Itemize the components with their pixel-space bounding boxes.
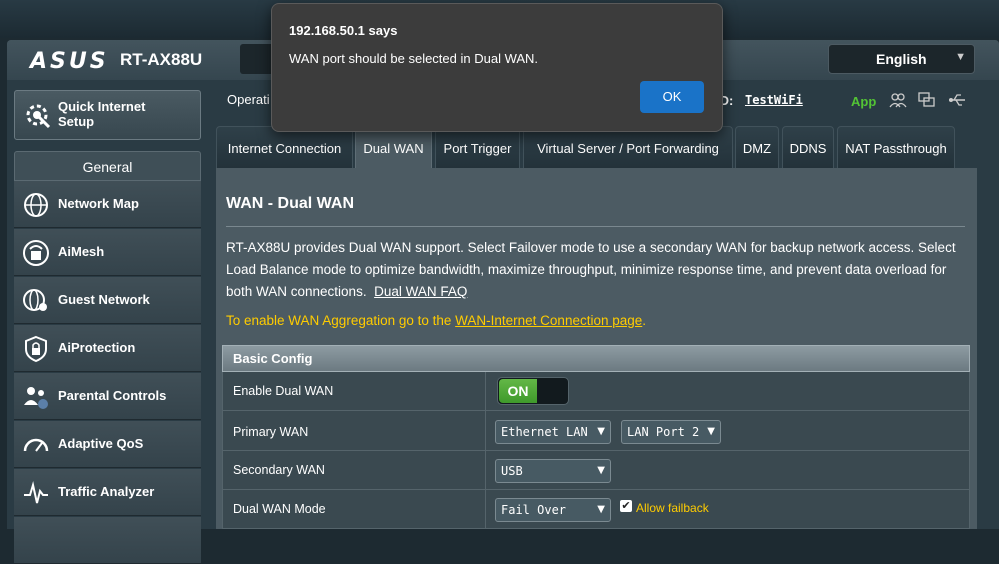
column-divider <box>485 372 486 410</box>
network-map-icon <box>24 193 48 217</box>
sidebar-item-label: Parental Controls <box>58 388 167 403</box>
secondary-wan-value: USB <box>501 464 523 478</box>
dialog-title: 192.168.50.1 says <box>289 23 398 38</box>
asus-logo: ASUS <box>30 49 109 74</box>
general-section-header: General <box>14 151 201 181</box>
tab-port-trigger[interactable]: Port Trigger <box>435 126 520 168</box>
sidebar-item-label: Guest Network <box>58 292 150 307</box>
toggle-on-label: ON <box>499 379 537 403</box>
dual-wan-toggle[interactable]: ON <box>497 377 569 405</box>
ssid-link[interactable]: TestWiFi <box>745 93 803 107</box>
tab-virtual-server[interactable]: Virtual Server / Port Forwarding <box>523 126 733 168</box>
sidebar-item-aiprotection[interactable]: AiProtection <box>14 325 201 372</box>
sidebar-item-guest-network[interactable]: Guest Network <box>14 277 201 324</box>
tab-internet-connection[interactable]: Internet Connection <box>216 126 353 168</box>
model-name: RT-AX88U <box>120 50 203 69</box>
basic-config-header: Basic Config <box>222 345 970 372</box>
primary-wan-select[interactable]: Ethernet LAN ▼ <box>495 420 611 444</box>
description: RT-AX88U provides Dual WAN support. Sele… <box>226 237 971 303</box>
usb-icon[interactable] <box>948 92 966 108</box>
sidebar-item-parental-controls[interactable]: Parental Controls <box>14 373 201 420</box>
sidebar-item-adaptive-qos[interactable]: Adaptive QoS <box>14 421 201 468</box>
ok-button[interactable]: OK <box>640 81 704 113</box>
adaptive-qos-icon <box>23 438 49 452</box>
dual-wan-mode-select[interactable]: Fail Over ▼ <box>495 498 611 522</box>
aggregation-end: . <box>642 313 647 328</box>
sidebar-item-next[interactable] <box>14 517 201 564</box>
dual-wan-faq-link[interactable]: Dual WAN FAQ <box>374 284 467 299</box>
tab-dual-wan[interactable]: Dual WAN <box>355 126 432 168</box>
dual-wan-mode-label: Dual WAN Mode <box>233 502 326 516</box>
alert-dialog: 192.168.50.1 says WAN port should be sel… <box>271 3 723 132</box>
chevron-down-icon: ▼ <box>597 504 605 515</box>
wrench-gear-icon <box>26 104 51 129</box>
sidebar-item-network-map[interactable]: Network Map <box>14 181 201 228</box>
chevron-down-icon: ▼ <box>597 465 605 476</box>
allow-failback-checkbox[interactable]: ✔ <box>620 500 632 512</box>
primary-wan-port-value: LAN Port 2 <box>627 425 700 439</box>
primary-wan-value: Ethernet LAN <box>501 425 588 439</box>
wan-internet-connection-link[interactable]: WAN-Internet Connection page <box>455 313 642 328</box>
users-icon[interactable] <box>889 92 907 108</box>
secondary-wan-select[interactable]: USB ▼ <box>495 459 611 483</box>
sidebar-item-label: AiProtection <box>58 340 136 355</box>
sidebar-item-label: AiMesh <box>58 244 105 259</box>
primary-wan-port-select[interactable]: LAN Port 2 ▼ <box>621 420 721 444</box>
tab-dmz[interactable]: DMZ <box>735 126 779 168</box>
traffic-analyzer-icon <box>24 481 48 504</box>
row-secondary-wan: Secondary WAN USB ▼ <box>222 451 970 490</box>
sidebar-item-label: Traffic Analyzer <box>58 484 155 499</box>
enable-dual-wan-label: Enable Dual WAN <box>233 384 334 398</box>
tab-nat-passthrough[interactable]: NAT Passthrough <box>837 126 955 168</box>
dual-wan-mode-value: Fail Over <box>501 503 567 517</box>
column-divider <box>485 490 486 528</box>
sidebar-item-label: Network Map <box>58 196 139 211</box>
app-link[interactable]: App <box>851 94 876 109</box>
sidebar-item-label: Adaptive QoS <box>58 436 144 451</box>
primary-wan-label: Primary WAN <box>233 425 309 439</box>
dialog-message: WAN port should be selected in Dual WAN. <box>289 51 539 66</box>
row-dual-wan-mode: Dual WAN Mode Fail Over ▼ ✔ Allow failbac… <box>222 490 970 529</box>
language-select[interactable]: English ▼ <box>828 44 975 74</box>
sidebar-item-aimesh[interactable]: AiMesh <box>14 229 201 276</box>
aggregation-text: To enable WAN Aggregation go to the <box>226 313 456 328</box>
quick-internet-setup-button[interactable]: Quick Internet Setup <box>14 90 201 140</box>
quick-setup-label: Quick Internet Setup <box>58 99 146 129</box>
chevron-down-icon: ▼ <box>597 426 605 437</box>
aimesh-icon <box>23 240 49 266</box>
tab-ddns[interactable]: DDNS <box>782 126 834 168</box>
operation-mode-label: Operati <box>227 92 270 107</box>
row-enable-dual-wan: Enable Dual WAN ON <box>222 372 970 411</box>
title-divider <box>226 226 965 227</box>
screens-icon[interactable] <box>918 92 936 108</box>
aggregation-note: To enable WAN Aggregation go to the WAN-… <box>226 313 646 328</box>
language-value: English <box>876 51 927 67</box>
column-divider <box>485 451 486 489</box>
aiprotection-icon <box>25 335 47 363</box>
chevron-down-icon: ▼ <box>707 426 715 437</box>
guest-network-icon <box>23 289 47 311</box>
row-primary-wan: Primary WAN Ethernet LAN ▼ LAN Port 2 ▼ <box>222 411 970 451</box>
column-divider <box>485 411 486 450</box>
secondary-wan-label: Secondary WAN <box>233 463 325 477</box>
page-title: WAN - Dual WAN <box>226 195 354 212</box>
allow-failback-label[interactable]: Allow failback <box>636 501 709 515</box>
chevron-down-icon: ▼ <box>955 51 966 63</box>
description-text: RT-AX88U provides Dual WAN support. Sele… <box>226 240 956 299</box>
sidebar-item-traffic-analyzer[interactable]: Traffic Analyzer <box>14 469 201 516</box>
parental-controls-icon <box>24 387 48 409</box>
